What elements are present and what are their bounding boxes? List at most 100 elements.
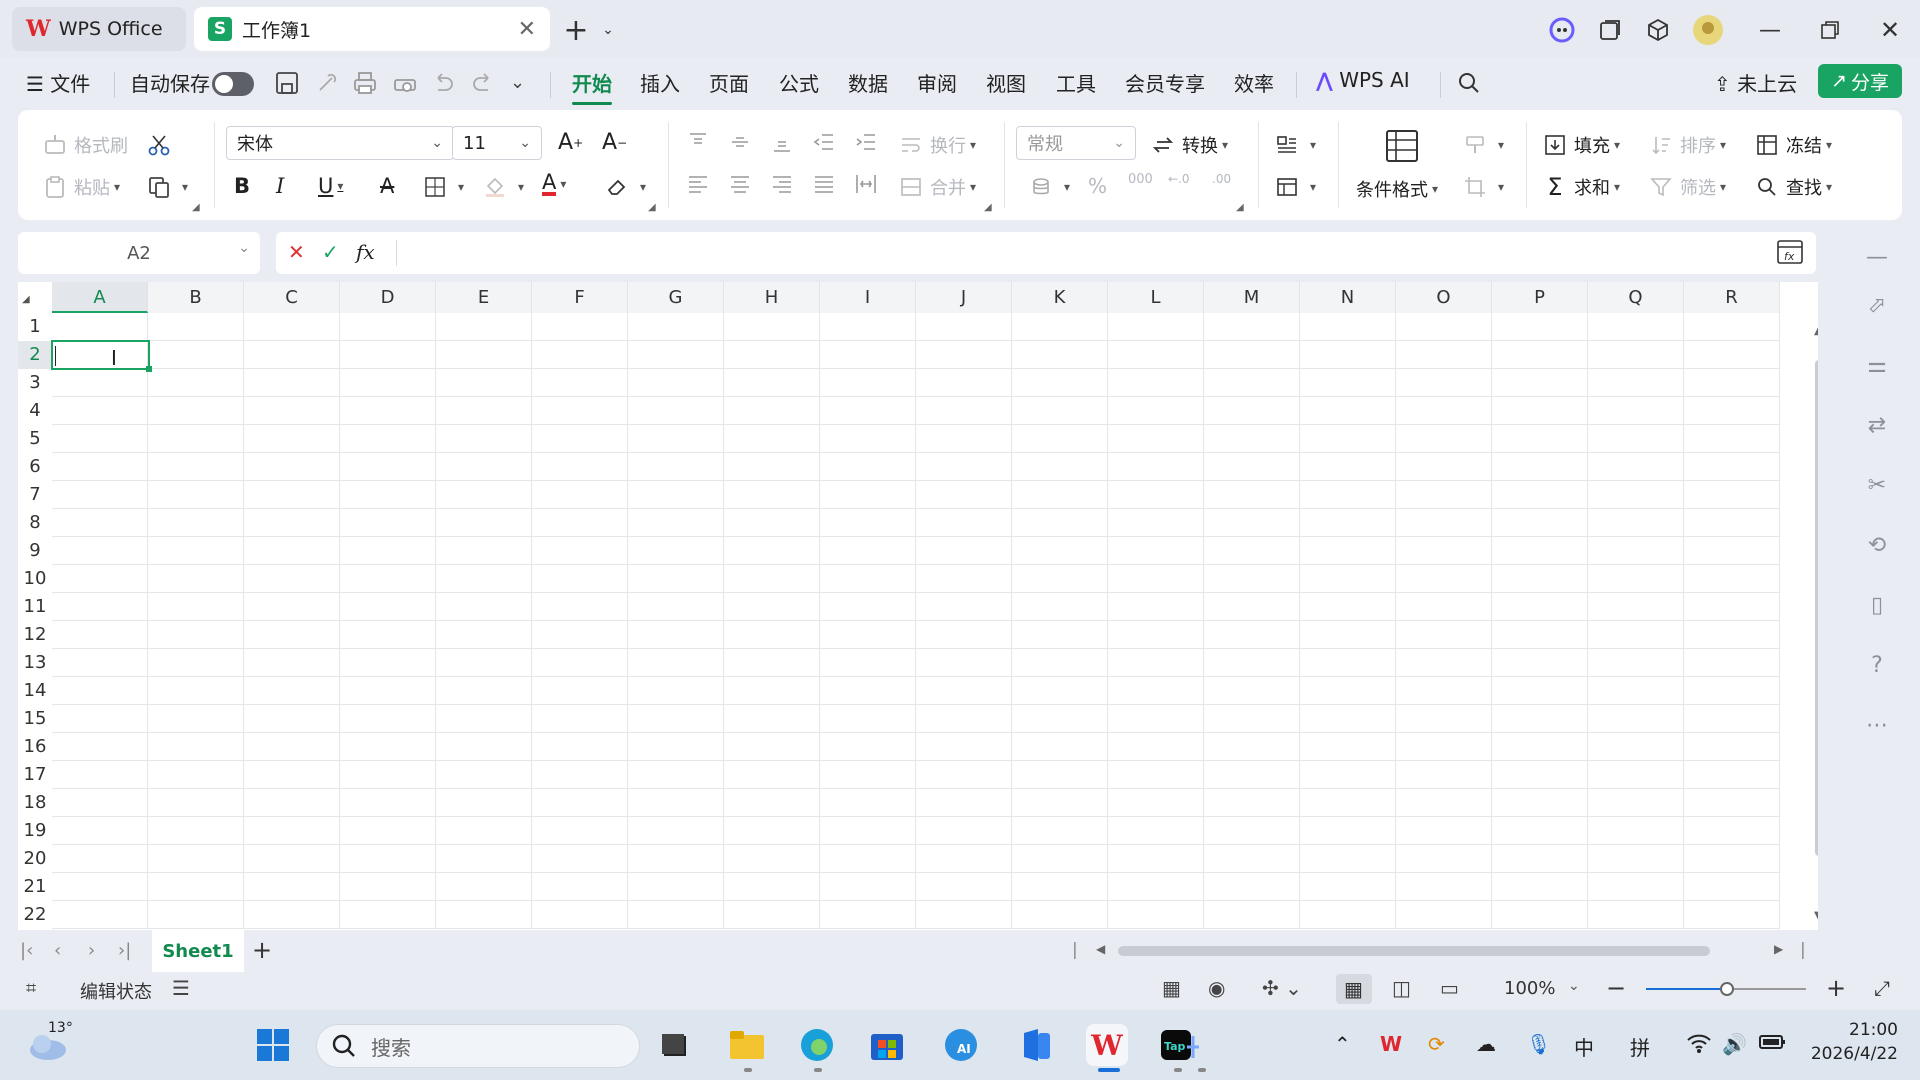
wps-tray-icon[interactable]: W	[1380, 1032, 1402, 1056]
font-launcher-icon[interactable]: ◢	[648, 202, 656, 213]
merge-button[interactable]: 合并 ▾	[898, 174, 976, 200]
zoom-slider-thumb[interactable]	[1720, 982, 1734, 996]
align-left-icon[interactable]	[686, 172, 710, 196]
wps-ai-button[interactable]: ⋀ WPS AI	[1316, 68, 1410, 92]
book-icon[interactable]: ▯	[1860, 588, 1894, 622]
row-header[interactable]: 20	[18, 845, 52, 873]
weather-widget[interactable]: 13°	[26, 1020, 73, 1064]
column-header[interactable]: R	[1684, 282, 1780, 313]
row-header[interactable]: 10	[18, 565, 52, 593]
copilot-icon[interactable]	[1546, 14, 1578, 46]
wps-taskbar-icon[interactable]: W	[1086, 1024, 1128, 1066]
clear-button[interactable]: ▾	[604, 174, 646, 200]
decrease-indent-icon[interactable]	[812, 130, 836, 154]
quick-access-chevron-icon[interactable]: ⌄	[510, 72, 525, 93]
close-tab-icon[interactable]: ✕	[518, 17, 536, 42]
vertical-scrollbar[interactable]	[1815, 360, 1818, 856]
strikethrough-icon[interactable]: A	[380, 174, 394, 198]
horizontal-scrollbar[interactable]	[1118, 946, 1710, 956]
taskbar-search-box[interactable]: 搜索	[316, 1024, 640, 1068]
row-header[interactable]: 9	[18, 537, 52, 565]
cube-icon[interactable]	[1642, 14, 1674, 46]
zoom-out-icon[interactable]: −	[1606, 974, 1626, 1002]
tab-home[interactable]: 开始	[572, 68, 612, 105]
new-tab-icon[interactable]: +	[560, 13, 592, 48]
align-top-icon[interactable]	[686, 130, 710, 154]
sort-button[interactable]: 排序 ▾	[1648, 132, 1726, 158]
crop-button[interactable]: ▾	[1462, 174, 1504, 200]
distribute-icon[interactable]	[854, 172, 878, 196]
column-header[interactable]: H	[724, 282, 820, 313]
column-header[interactable]: G	[628, 282, 724, 313]
column-header[interactable]: O	[1396, 282, 1492, 313]
more-icon[interactable]: ⋯	[1860, 708, 1894, 742]
chevron-down-icon[interactable]: ⌄	[1568, 978, 1580, 994]
close-window-icon[interactable]: ✕	[1874, 14, 1906, 46]
row-header[interactable]: 14	[18, 677, 52, 705]
scroll-left-icon[interactable]: ◀	[1096, 942, 1105, 956]
file-menu[interactable]: ☰ 文件	[26, 68, 90, 97]
justify-icon[interactable]	[812, 172, 836, 196]
cloud-status-button[interactable]: ⇪ 未上云	[1714, 68, 1797, 97]
column-header[interactable]: P	[1492, 282, 1588, 313]
macro-icon[interactable]: ⌗	[26, 978, 36, 999]
properties-icon[interactable]: ⚌	[1860, 348, 1894, 382]
app-blue-l-icon[interactable]	[1016, 1024, 1058, 1066]
row-header[interactable]: 17	[18, 761, 52, 789]
scroll-down-icon[interactable]: ▼	[1814, 910, 1818, 921]
column-header[interactable]: A	[52, 282, 148, 313]
row-header[interactable]: 19	[18, 817, 52, 845]
wrap-text-button[interactable]: 换行 ▾	[898, 132, 976, 158]
scroll-right-icon[interactable]: ▶	[1774, 942, 1783, 956]
print-preview-icon[interactable]	[392, 70, 418, 96]
row-header[interactable]: 8	[18, 509, 52, 537]
tab-workbook[interactable]: S 工作簿1 ✕	[194, 7, 550, 51]
format-icon[interactable]	[314, 70, 340, 96]
cloud-tray-icon[interactable]: ☁	[1476, 1032, 1496, 1056]
table-style-button[interactable]: ▾	[1274, 132, 1316, 158]
insert-function-icon[interactable]: fx	[356, 240, 375, 264]
tab-member[interactable]: 会员专享	[1125, 68, 1205, 97]
select-all-corner[interactable]: ◢	[18, 282, 52, 313]
battery-icon[interactable]	[1758, 1032, 1786, 1052]
add-sheet-button[interactable]: +	[252, 936, 272, 964]
column-header[interactable]: E	[436, 282, 532, 313]
tab-tools[interactable]: 工具	[1056, 68, 1096, 97]
row-header[interactable]: 2	[18, 341, 52, 369]
column-header[interactable]: C	[244, 282, 340, 313]
tab-list-chevron-icon[interactable]: ⌄	[592, 14, 624, 46]
fill-handle[interactable]	[146, 366, 152, 372]
save-icon[interactable]	[274, 70, 300, 96]
column-header[interactable]: B	[148, 282, 244, 313]
style-painter-button[interactable]: ▾	[1462, 132, 1504, 158]
decrease-decimal-icon[interactable]: .00	[1212, 172, 1231, 186]
zoom-level[interactable]: 100%	[1504, 978, 1555, 999]
taptap-icon[interactable]: Tap	[1160, 1024, 1202, 1066]
select-cursor-icon[interactable]: ⬀	[1860, 288, 1894, 322]
tab-review[interactable]: 审阅	[917, 68, 957, 97]
page-layout-icon[interactable]: ◫	[1392, 976, 1411, 1000]
sync-icon[interactable]: ⟳	[1428, 1032, 1445, 1056]
edge-ai-icon[interactable]: AI	[940, 1024, 982, 1066]
thousands-separator-icon[interactable]: 000	[1128, 172, 1153, 187]
sheet-tab-sheet1[interactable]: Sheet1	[152, 930, 244, 972]
minimize-icon[interactable]: —	[1754, 14, 1786, 46]
avatar[interactable]	[1692, 14, 1724, 46]
align-right-icon[interactable]	[770, 172, 794, 196]
print-icon[interactable]	[352, 70, 378, 96]
eye-protection-icon[interactable]: ◉	[1208, 976, 1225, 1000]
increase-decimal-icon[interactable]: ←.0	[1168, 172, 1190, 186]
row-header[interactable]: 4	[18, 397, 52, 425]
clock[interactable]: 21:00 2026/4/22	[1802, 1020, 1898, 1064]
list-icon[interactable]: ☰	[172, 976, 190, 1000]
microphone-icon[interactable]: 🎙	[1526, 1032, 1551, 1056]
tab-formula[interactable]: 公式	[779, 68, 819, 97]
underline-button[interactable]: U ▾	[318, 174, 343, 198]
restore-icon[interactable]	[1814, 14, 1846, 46]
convert-button[interactable]: 转换 ▾	[1150, 132, 1228, 158]
column-header[interactable]: F	[532, 282, 628, 313]
currency-button[interactable]: ▾	[1028, 174, 1070, 200]
row-header[interactable]: 13	[18, 649, 52, 677]
align-bottom-icon[interactable]	[770, 130, 794, 154]
freeze-button[interactable]: 冻结 ▾	[1754, 132, 1832, 158]
